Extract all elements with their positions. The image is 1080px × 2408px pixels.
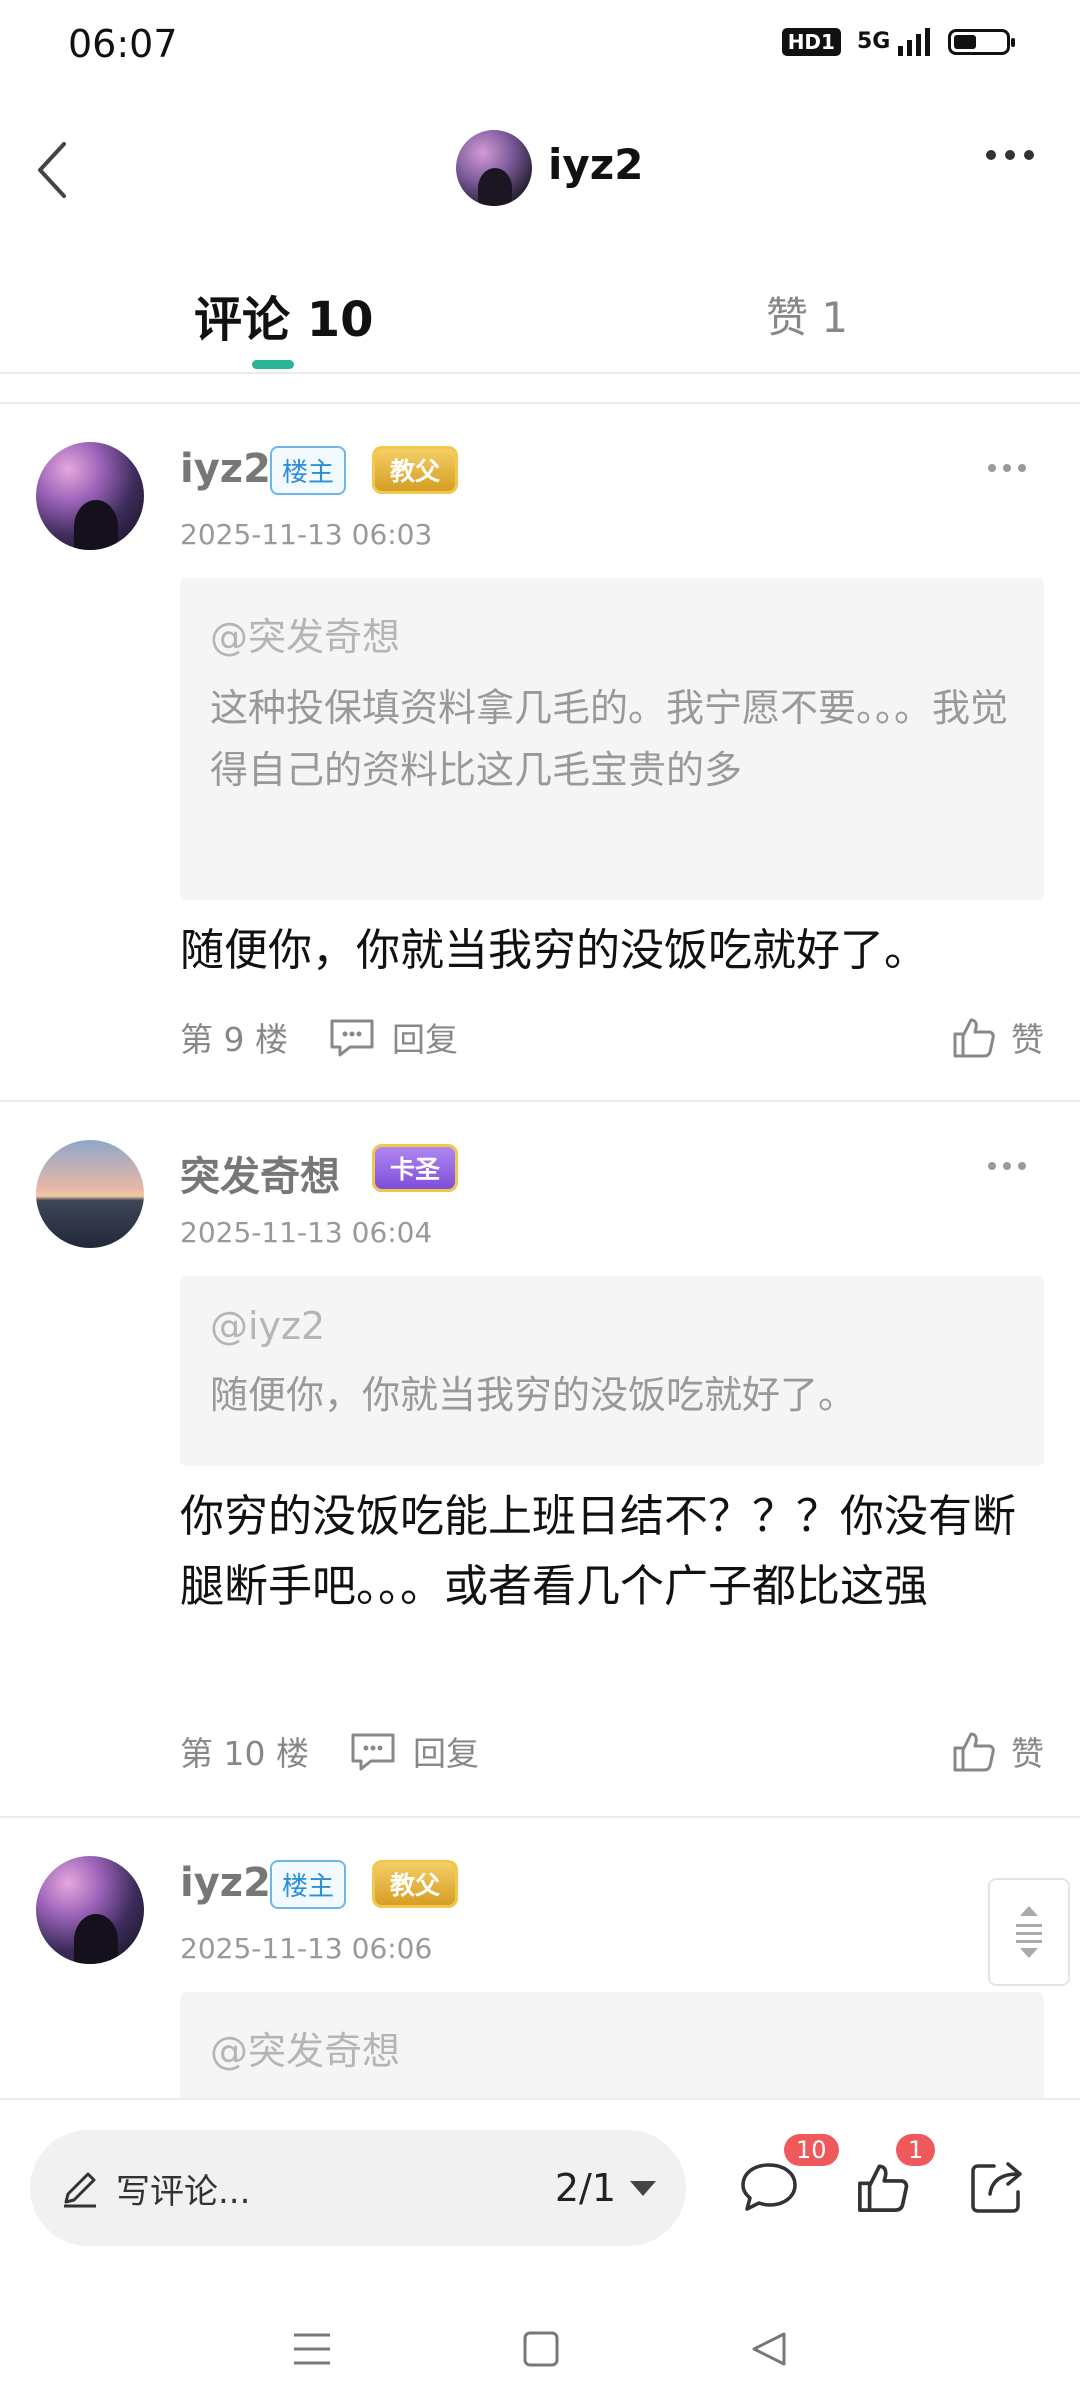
reply-button[interactable]: 回复 (328, 1013, 458, 1061)
owner-badge: 楼主 (270, 1860, 347, 1909)
scroll-handle[interactable] (988, 1878, 1070, 1986)
tab-likes[interactable]: 赞 1 (766, 284, 848, 345)
like-label: 赞 (1011, 1734, 1044, 1773)
share-icon (971, 2162, 1022, 2213)
home-icon[interactable] (522, 2330, 560, 2368)
comment-footer: 第 9 楼 回复 赞 (180, 1012, 1044, 1062)
comment-time: 2025-11-13 06:06 (180, 1932, 433, 1965)
more-options-button[interactable] (986, 150, 1034, 160)
quoted-comment[interactable]: @突发奇想 这种投保填资料拿几毛的。我宁愿不要。。。我觉得自己的资料比这几毛宝贵… (180, 578, 1044, 900)
page-indicator[interactable]: 2/1 (555, 2166, 616, 2210)
reply-button[interactable]: 回复 (349, 1727, 479, 1775)
quoted-comment[interactable]: @突发奇想 (180, 1992, 1044, 2098)
status-time: 06:07 (68, 22, 178, 66)
comments-button[interactable]: 10 (734, 2134, 839, 2222)
thumbs-up-icon (953, 1018, 995, 1058)
quote-user[interactable]: @突发奇想 (210, 606, 1014, 661)
network-type: 5G (856, 29, 891, 54)
battery-icon (948, 29, 1015, 55)
reply-icon (351, 1733, 395, 1771)
menu-icon[interactable] (292, 2331, 332, 2367)
quote-text: 随便你，你就当我穷的没饭吃就好了。 (210, 1373, 857, 1417)
comment-count-badge: 10 (784, 2134, 839, 2166)
comment-time: 2025-11-13 06:03 (180, 518, 433, 551)
floor-number: 第 9 楼 (180, 1020, 288, 1059)
like-button[interactable]: 赞 (951, 1013, 1044, 1061)
comment-author[interactable]: 突发奇想 (180, 1144, 340, 1202)
thumbs-up-icon (953, 1732, 995, 1772)
rank-badge: 教父 (372, 446, 459, 494)
like-label: 赞 (1011, 1020, 1044, 1059)
avatar[interactable] (36, 442, 144, 550)
like-post-button[interactable]: 1 (848, 2134, 936, 2222)
avatar[interactable] (36, 1140, 144, 1248)
reply-label: 回复 (412, 1734, 479, 1773)
like-count-badge: 1 (896, 2134, 936, 2166)
system-nav-bar (0, 2290, 1080, 2408)
scroll-arrows-icon (1016, 1906, 1042, 1958)
back-button[interactable] (26, 135, 76, 205)
tab-comments[interactable]: 评论 10 (194, 280, 374, 350)
quote-text: 这种投保填资料拿几毛的。我宁愿不要。。。我觉得自己的资料比这几毛宝贵的多 (210, 686, 1009, 792)
hd-icon: HD1 (781, 28, 841, 56)
comment-author[interactable]: iyz2 (180, 1860, 271, 1906)
dropdown-caret-icon[interactable] (630, 2180, 656, 2196)
quote-user[interactable]: @iyz2 (210, 1304, 1014, 1348)
tabs-divider (0, 372, 1080, 374)
comment-bubble-icon (741, 2163, 797, 2211)
comment-more-button[interactable] (988, 1162, 1026, 1170)
comment-text: 你穷的没饭吃能上班日结不？？？你没有断腿断手吧。。。或者看几个广子都比这强 (180, 1491, 1016, 1612)
comment-text: 随便你，你就当我穷的没饭吃就好了。 (180, 925, 928, 976)
chevron-left-icon (38, 142, 66, 198)
comment-more-button[interactable] (988, 464, 1026, 472)
comment-item: iyz2 楼主 教父 2025-11-13 06:03 @突发奇想 这种投保填资… (0, 404, 1080, 1100)
quoted-comment[interactable]: @iyz2 随便你，你就当我穷的没饭吃就好了。 (180, 1276, 1044, 1466)
rank-badge: 卡圣 (372, 1144, 459, 1192)
share-button[interactable] (962, 2152, 1032, 2222)
header-avatar[interactable] (456, 130, 532, 206)
comment-footer: 第 10 楼 回复 赞 (180, 1726, 1044, 1776)
tab-active-indicator (252, 360, 294, 369)
quote-user[interactable]: @突发奇想 (210, 2020, 1014, 2075)
comment-time: 2025-11-13 06:04 (180, 1216, 433, 1249)
reply-icon (330, 1019, 374, 1057)
status-icons: HD1 5G (781, 28, 1015, 56)
like-button[interactable]: 赞 (951, 1727, 1044, 1775)
write-comment-placeholder: 写评论... (116, 2171, 251, 2212)
thumbs-up-icon (858, 2164, 909, 2212)
page-title: iyz2 (548, 140, 644, 189)
avatar[interactable] (36, 1856, 144, 1964)
comment-author[interactable]: iyz2 (180, 446, 271, 492)
back-nav-icon[interactable] (750, 2330, 788, 2368)
reply-label: 回复 (391, 1020, 458, 1059)
pencil-icon (64, 2172, 96, 2208)
comment-item: iyz2 楼主 教父 2025-11-13 06:06 @突发奇想 (0, 1818, 1080, 2098)
rank-badge: 教父 (372, 1860, 459, 1908)
signal-icon: 5G (857, 28, 932, 56)
write-comment-input[interactable]: 写评论... 2/1 (30, 2130, 686, 2246)
comment-item: 突发奇想 卡圣 2025-11-13 06:04 @iyz2 随便你，你就当我穷… (0, 1102, 1080, 1814)
floor-number: 第 10 楼 (180, 1734, 309, 1773)
owner-badge: 楼主 (270, 446, 347, 495)
